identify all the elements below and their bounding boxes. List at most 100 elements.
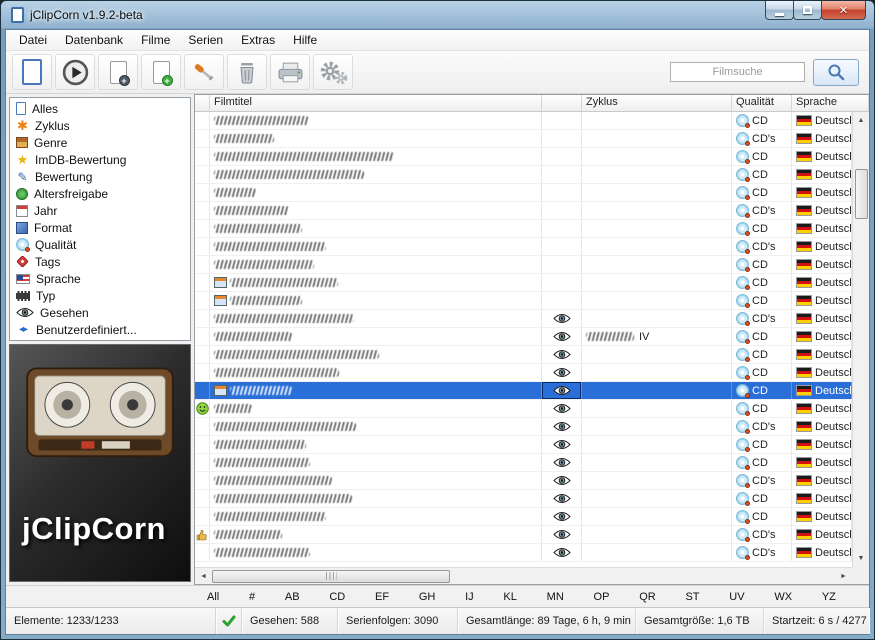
table-row[interactable]: CDDeutsch (195, 148, 852, 166)
alpha-filter-st[interactable]: ST (682, 590, 702, 604)
language-cell: Deutsch (792, 418, 852, 435)
viewed-cell (542, 166, 582, 183)
sidebar-item-benutzerdefiniert[interactable]: ◂▸Benutzerdefiniert... (10, 321, 190, 338)
scroll-right-button[interactable]: ► (835, 568, 852, 585)
table-row[interactable]: CD'sDeutsch (195, 544, 852, 562)
alpha-filter-ab[interactable]: AB (282, 590, 303, 604)
vertical-scrollbar[interactable]: ▲ ▼ (852, 112, 869, 567)
horizontal-scroll-thumb[interactable] (212, 570, 450, 583)
maximize-button[interactable] (793, 1, 822, 20)
menu-item-datei[interactable]: Datei (10, 31, 56, 49)
column-header-col2[interactable] (542, 95, 582, 112)
alpha-filter-ij[interactable]: IJ (462, 590, 477, 604)
sidebar-item-gesehen[interactable]: Gesehen (10, 304, 190, 321)
close-button[interactable]: ✕ (821, 1, 866, 20)
sidebar-item-altersfreigabe[interactable]: Altersfreigabe (10, 185, 190, 202)
table-row[interactable]: CDDeutsch (195, 382, 852, 400)
sidebar-item-zyklus[interactable]: ✱Zyklus (10, 117, 190, 134)
cd-icon (736, 438, 749, 451)
sidebar-item-alles[interactable]: Alles (10, 100, 190, 117)
menu-item-serien[interactable]: Serien (179, 31, 232, 49)
alpha-filter-op[interactable]: OP (591, 590, 613, 604)
table-row[interactable]: CD'sDeutsch (195, 130, 852, 148)
tools-button[interactable] (184, 54, 224, 90)
table-row[interactable]: CD'sDeutsch (195, 202, 852, 220)
menu-item-filme[interactable]: Filme (132, 31, 179, 49)
scroll-left-button[interactable]: ◄ (195, 568, 212, 585)
table-row[interactable]: CDDeutsch (195, 454, 852, 472)
table-row[interactable]: CDDeutsch (195, 220, 852, 238)
alpha-filter-yz[interactable]: YZ (819, 590, 839, 604)
alpha-filter-ef[interactable]: EF (372, 590, 392, 604)
sidebar-item-typ[interactable]: Typ (10, 287, 190, 304)
eye-icon (553, 547, 571, 558)
table-row[interactable]: CDDeutsch (195, 364, 852, 382)
window-title: jClipCorn v1.9.2-beta (30, 8, 143, 22)
alpha-filter-gh[interactable]: GH (416, 590, 439, 604)
alpha-filter-uv[interactable]: UV (726, 590, 747, 604)
play-button[interactable] (55, 54, 95, 90)
alpha-filter-all[interactable]: All (204, 590, 222, 604)
table-row[interactable]: CD'sDeutsch (195, 472, 852, 490)
custom-filter-icon: ◂▸ (16, 324, 30, 335)
column-header-zyklus[interactable]: Zyklus (582, 95, 732, 112)
alpha-filter-mn[interactable]: MN (544, 590, 567, 604)
table-row[interactable]: CDDeutsch (195, 400, 852, 418)
sidebar-item-imdb-bewertung[interactable]: ★ImDB-Bewertung (10, 151, 190, 168)
export-button[interactable] (270, 54, 310, 90)
alpha-filter-qr[interactable]: QR (636, 590, 659, 604)
scroll-down-button[interactable]: ▼ (853, 550, 870, 567)
settings-button[interactable] (313, 54, 353, 90)
sidebar-item-format[interactable]: Format (10, 219, 190, 236)
illegible-title-scribble (214, 440, 306, 449)
sidebar-item-jahr[interactable]: Jahr (10, 202, 190, 219)
table-row[interactable]: CDDeutsch (195, 256, 852, 274)
table-row[interactable]: CD'sDeutsch (195, 526, 852, 544)
table-row[interactable]: CDDeutsch (195, 436, 852, 454)
delete-button[interactable] (227, 54, 267, 90)
sidebar-item-genre[interactable]: Genre (10, 134, 190, 151)
language-label: Deutsch (815, 457, 852, 469)
table-row[interactable]: CD'sDeutsch (195, 310, 852, 328)
menu-item-extras[interactable]: Extras (232, 31, 284, 49)
search-input[interactable] (670, 62, 805, 82)
new-database-button[interactable] (12, 54, 52, 90)
table-row[interactable]: CDDeutsch (195, 292, 852, 310)
column-header-qualität[interactable]: Qualität (732, 95, 792, 112)
table-row[interactable]: CD'sDeutsch (195, 238, 852, 256)
logo-panel: jClipCorn (9, 344, 191, 582)
table-row[interactable]: CDDeutsch (195, 508, 852, 526)
table-row[interactable]: IVCDDeutsch (195, 328, 852, 346)
column-header-col0[interactable] (195, 95, 210, 112)
column-header-sprache[interactable]: Sprache (792, 95, 869, 112)
table-row[interactable]: CDDeutsch (195, 166, 852, 184)
add-movie-button[interactable]: + (98, 54, 138, 90)
alpha-filter-cd[interactable]: CD (326, 590, 348, 604)
sidebar-item-qualität[interactable]: Qualität (10, 236, 190, 253)
table-row[interactable]: CDDeutsch (195, 346, 852, 364)
vertical-scroll-thumb[interactable] (855, 169, 868, 219)
add-series-button[interactable]: + (141, 54, 181, 90)
table-row[interactable]: CD'sDeutsch (195, 418, 852, 436)
tag-icon (16, 255, 29, 268)
table-row[interactable]: CDDeutsch (195, 274, 852, 292)
sidebar-item-sprache[interactable]: Sprache (10, 270, 190, 287)
menu-item-datenbank[interactable]: Datenbank (56, 31, 132, 49)
alpha-filter-[interactable]: # (246, 590, 258, 604)
language-label: Deutsch (815, 421, 852, 433)
search-button[interactable] (813, 59, 859, 86)
minimize-button[interactable] (765, 1, 794, 20)
table-row[interactable]: CDDeutsch (195, 184, 852, 202)
table-row[interactable]: CDDeutsch (195, 490, 852, 508)
alpha-filter-kl[interactable]: KL (500, 590, 519, 604)
menu-item-hilfe[interactable]: Hilfe (284, 31, 326, 49)
alpha-filter-wx[interactable]: WX (771, 590, 795, 604)
horizontal-scrollbar[interactable]: ◄ ► (195, 567, 852, 584)
scroll-up-button[interactable]: ▲ (853, 112, 870, 129)
sidebar-item-bewertung[interactable]: ✎Bewertung (10, 168, 190, 185)
movie-title-cell (210, 184, 542, 201)
sidebar-item-tags[interactable]: Tags (10, 253, 190, 270)
table-row[interactable]: CDDeutsch (195, 112, 852, 130)
column-header-filmtitel[interactable]: Filmtitel (210, 95, 542, 112)
disc-icon (16, 238, 29, 251)
